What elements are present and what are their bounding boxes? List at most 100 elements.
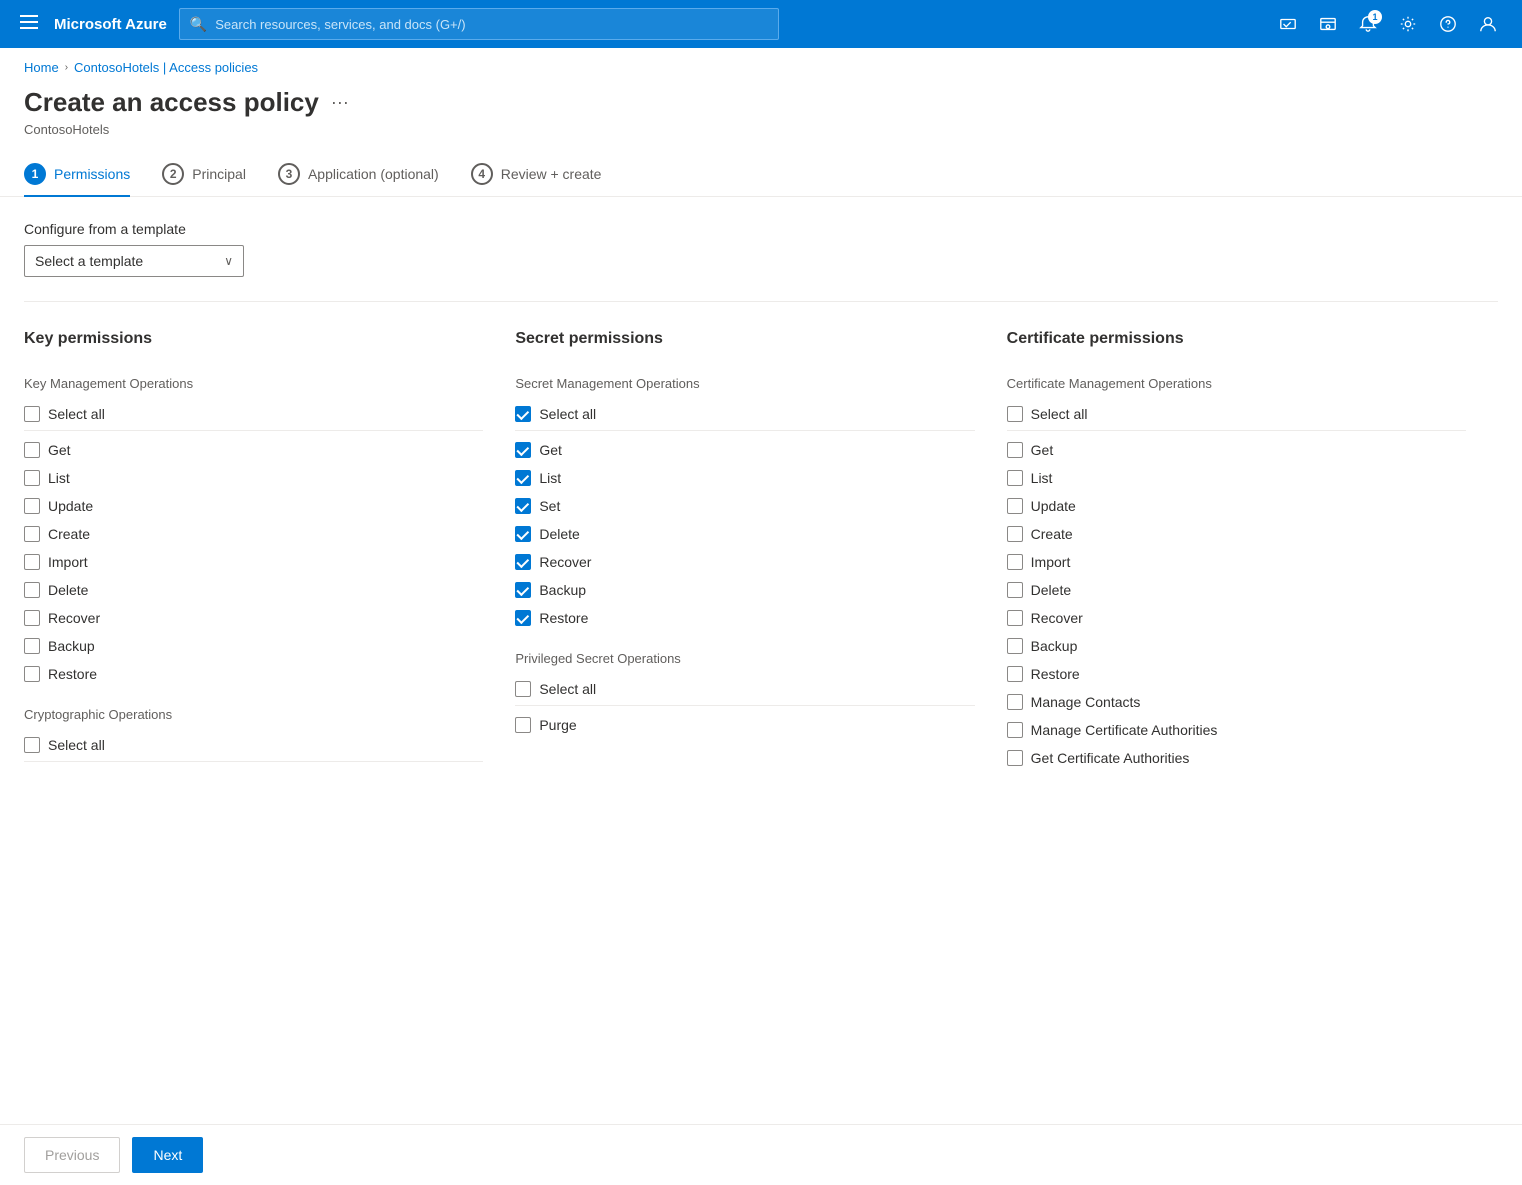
previous-button[interactable]: Previous xyxy=(24,1137,120,1173)
list-item: Get xyxy=(1007,437,1466,463)
search-icon: 🔍 xyxy=(190,16,207,33)
tab-3-circle: 3 xyxy=(278,163,300,185)
template-dropdown[interactable]: Select a template ∨ xyxy=(24,245,244,277)
cert-mgmt-ops-title: Certificate Management Operations xyxy=(1007,376,1466,391)
secret-recover-checkbox[interactable] xyxy=(515,554,531,570)
list-item: Delete xyxy=(515,521,974,547)
secret-permissions-title: Secret permissions xyxy=(515,330,974,356)
list-item: Import xyxy=(1007,549,1466,575)
list-item: Restore xyxy=(1007,661,1466,687)
secret-select-all-item: Select all xyxy=(515,401,974,431)
notification-badge: 1 xyxy=(1368,10,1382,24)
tab-4-circle: 4 xyxy=(471,163,493,185)
notifications-icon[interactable]: 1 xyxy=(1350,6,1386,42)
cert-manage-contacts-checkbox[interactable] xyxy=(1007,694,1023,710)
certificate-permissions-column: Certificate permissions Certificate Mana… xyxy=(1007,330,1498,771)
help-icon[interactable] xyxy=(1430,6,1466,42)
key-create-checkbox[interactable] xyxy=(24,526,40,542)
template-placeholder: Select a template xyxy=(35,253,143,269)
secret-select-all-checkbox[interactable] xyxy=(515,406,531,422)
page-title: Create an access policy xyxy=(24,87,319,118)
cert-select-all-checkbox[interactable] xyxy=(1007,406,1023,422)
list-item: Manage Certificate Authorities xyxy=(1007,717,1466,743)
search-input[interactable] xyxy=(215,17,768,32)
page-menu-icon[interactable]: ··· xyxy=(331,92,349,113)
key-permissions-title: Key permissions xyxy=(24,330,483,356)
cert-update-checkbox[interactable] xyxy=(1007,498,1023,514)
account-icon[interactable] xyxy=(1470,6,1506,42)
tab-application[interactable]: 3 Application (optional) xyxy=(278,153,439,197)
permissions-grid: Key permissions Key Management Operation… xyxy=(24,330,1498,771)
list-item: Restore xyxy=(24,661,483,687)
list-item: Backup xyxy=(24,633,483,659)
breadcrumb: Home › ContosoHotels | Access policies xyxy=(0,48,1522,75)
tab-1-circle: 1 xyxy=(24,163,46,185)
crypto-select-all-checkbox[interactable] xyxy=(24,737,40,753)
list-item: Restore xyxy=(515,605,974,631)
cert-delete-checkbox[interactable] xyxy=(1007,582,1023,598)
tab-review-create[interactable]: 4 Review + create xyxy=(471,153,602,197)
cert-recover-checkbox[interactable] xyxy=(1007,610,1023,626)
priv-secret-select-all-checkbox[interactable] xyxy=(515,681,531,697)
secret-set-checkbox[interactable] xyxy=(515,498,531,514)
cert-backup-checkbox[interactable] xyxy=(1007,638,1023,654)
priv-secret-select-all-item: Select all xyxy=(515,676,974,706)
list-item: Update xyxy=(24,493,483,519)
azure-logo: Microsoft Azure xyxy=(54,16,167,33)
secret-delete-checkbox[interactable] xyxy=(515,526,531,542)
template-label: Configure from a template xyxy=(24,221,1498,237)
tab-permissions[interactable]: 1 Permissions xyxy=(24,153,130,197)
cert-create-checkbox[interactable] xyxy=(1007,526,1023,542)
hamburger-menu[interactable] xyxy=(16,9,42,40)
secret-backup-checkbox[interactable] xyxy=(515,582,531,598)
directory-icon[interactable] xyxy=(1310,6,1346,42)
page-subtitle: ContosoHotels xyxy=(0,122,1522,153)
secret-mgmt-ops-title: Secret Management Operations xyxy=(515,376,974,391)
key-restore-checkbox[interactable] xyxy=(24,666,40,682)
breadcrumb-home[interactable]: Home xyxy=(24,60,59,75)
key-list-checkbox[interactable] xyxy=(24,470,40,486)
list-item: Update xyxy=(1007,493,1466,519)
secret-purge-checkbox[interactable] xyxy=(515,717,531,733)
cert-list-checkbox[interactable] xyxy=(1007,470,1023,486)
crypto-select-all-item: Select all xyxy=(24,732,483,762)
list-item: Create xyxy=(1007,521,1466,547)
list-item: Get xyxy=(515,437,974,463)
list-item: Recover xyxy=(24,605,483,631)
key-import-checkbox[interactable] xyxy=(24,554,40,570)
key-delete-checkbox[interactable] xyxy=(24,582,40,598)
cert-get-ca-checkbox[interactable] xyxy=(1007,750,1023,766)
cloud-shell-icon[interactable] xyxy=(1270,6,1306,42)
cert-restore-checkbox[interactable] xyxy=(1007,666,1023,682)
key-get-checkbox[interactable] xyxy=(24,442,40,458)
key-mgmt-ops-title: Key Management Operations xyxy=(24,376,483,391)
cert-get-checkbox[interactable] xyxy=(1007,442,1023,458)
privileged-secret-ops-title: Privileged Secret Operations xyxy=(515,651,974,666)
list-item: Recover xyxy=(515,549,974,575)
key-backup-checkbox[interactable] xyxy=(24,638,40,654)
key-recover-checkbox[interactable] xyxy=(24,610,40,626)
tab-permissions-label: Permissions xyxy=(54,166,130,182)
key-permissions-column: Key permissions Key Management Operation… xyxy=(24,330,515,771)
next-button[interactable]: Next xyxy=(132,1137,203,1173)
list-item: List xyxy=(24,465,483,491)
cert-import-checkbox[interactable] xyxy=(1007,554,1023,570)
list-item: Recover xyxy=(1007,605,1466,631)
settings-icon[interactable] xyxy=(1390,6,1426,42)
list-item: Manage Contacts xyxy=(1007,689,1466,715)
cert-manage-ca-checkbox[interactable] xyxy=(1007,722,1023,738)
breadcrumb-access-policies[interactable]: ContosoHotels | Access policies xyxy=(74,60,258,75)
secret-restore-checkbox[interactable] xyxy=(515,610,531,626)
footer: Previous Next xyxy=(0,1124,1522,1185)
list-item: Get xyxy=(24,437,483,463)
key-update-checkbox[interactable] xyxy=(24,498,40,514)
key-select-all-checkbox[interactable] xyxy=(24,406,40,422)
list-item: Create xyxy=(24,521,483,547)
tab-principal[interactable]: 2 Principal xyxy=(162,153,246,197)
secret-list-checkbox[interactable] xyxy=(515,470,531,486)
list-item: Purge xyxy=(515,712,974,738)
secret-get-checkbox[interactable] xyxy=(515,442,531,458)
list-item: Get Certificate Authorities xyxy=(1007,745,1466,771)
list-item: Import xyxy=(24,549,483,575)
chevron-down-icon: ∨ xyxy=(224,254,233,268)
